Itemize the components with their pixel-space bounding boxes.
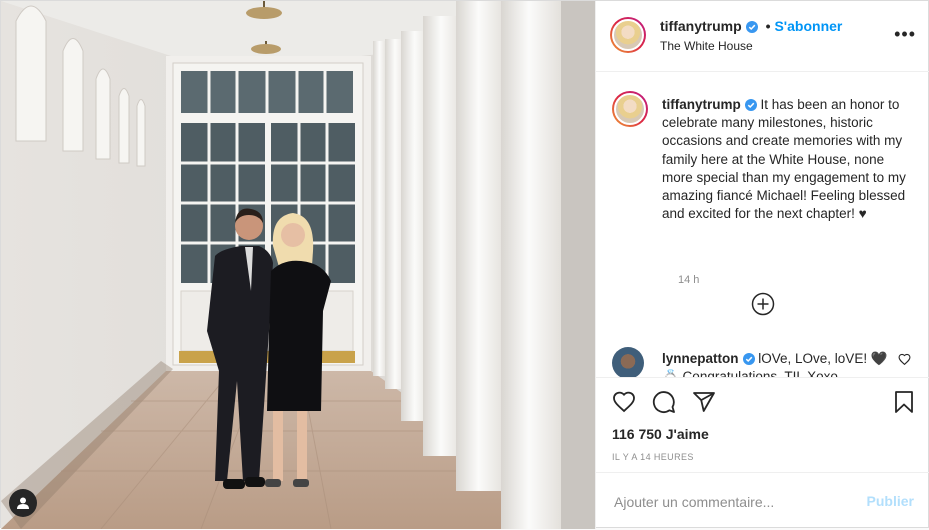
publish-button[interactable]: Publier xyxy=(867,493,914,509)
post-timestamp[interactable]: IL Y A 14 HEURES xyxy=(612,452,694,462)
more-options-button[interactable]: ••• xyxy=(894,25,916,43)
post-sidebar: tiffanytrump • S'abonner The White House … xyxy=(595,1,929,529)
post-header: tiffanytrump • S'abonner The White House … xyxy=(596,1,929,72)
caption-username[interactable]: tiffanytrump xyxy=(662,97,741,112)
post-actions: 116 750 J'aime IL Y A 14 HEURES xyxy=(596,377,929,473)
likes-count[interactable]: 116 750 J'aime xyxy=(612,426,709,442)
instagram-post: tiffanytrump • S'abonner The White House … xyxy=(0,0,929,529)
plus-circle-icon xyxy=(751,292,775,316)
caption-avatar[interactable] xyxy=(612,91,648,127)
comment-body: lynnepatton lOVe, LOve, loVE! 🖤💍 Congrat… xyxy=(662,350,892,377)
comments-section: tiffanytrump It has been an honor to cel… xyxy=(596,71,929,377)
share-send-icon[interactable] xyxy=(692,390,716,414)
author-username[interactable]: tiffanytrump xyxy=(660,18,742,34)
verified-badge-icon xyxy=(745,21,758,33)
caption-time[interactable]: 14 h xyxy=(678,274,699,286)
tagged-users-button[interactable] xyxy=(9,489,37,517)
comment-username[interactable]: lynnepatton xyxy=(662,351,739,366)
comment-bubble-icon[interactable] xyxy=(652,390,676,414)
user-icon xyxy=(17,497,29,509)
author-avatar[interactable] xyxy=(610,17,646,53)
caption-body: tiffanytrump It has been an honor to cel… xyxy=(662,96,912,223)
more-options-icon: ••• xyxy=(894,24,916,44)
location-link[interactable]: The White House xyxy=(660,39,753,53)
commenter-avatar[interactable] xyxy=(612,347,644,377)
caption-text: It has been an honor to celebrate many m… xyxy=(662,97,906,222)
author-line: tiffanytrump • S'abonner xyxy=(660,18,842,34)
colonnade-photo xyxy=(1,1,595,529)
verified-badge-icon xyxy=(742,353,755,365)
verified-badge-icon xyxy=(744,99,757,111)
like-comment-heart-icon[interactable] xyxy=(898,353,911,366)
follow-button[interactable]: S'abonner xyxy=(774,18,842,34)
separator-dot: • xyxy=(765,18,771,34)
add-comment-bar: Publier xyxy=(596,472,929,530)
load-more-comments-button[interactable] xyxy=(751,292,775,316)
post-photo[interactable] xyxy=(1,1,595,529)
like-heart-icon[interactable] xyxy=(612,390,636,414)
save-bookmark-icon[interactable] xyxy=(892,390,916,414)
comment-input[interactable] xyxy=(612,489,846,515)
